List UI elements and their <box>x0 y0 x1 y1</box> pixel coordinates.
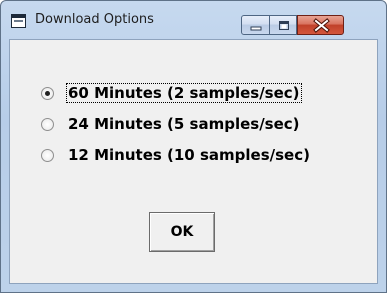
dialog-client-area: 60 Minutes (2 samples/sec) 24 Minutes (5… <box>9 39 378 284</box>
option-label[interactable]: 60 Minutes (2 samples/sec) <box>66 83 302 103</box>
option-12-minutes[interactable]: 12 Minutes (10 samples/sec) <box>10 144 350 166</box>
option-label[interactable]: 24 Minutes (5 samples/sec) <box>66 114 302 134</box>
option-label[interactable]: 12 Minutes (10 samples/sec) <box>66 145 312 165</box>
close-icon <box>313 18 330 33</box>
title-bar[interactable]: Download Options <box>1 1 386 39</box>
window-title: Download Options <box>35 12 154 27</box>
maximize-button[interactable] <box>269 15 297 35</box>
dialog-window: Download Options 60 Minutes (2 samples/s… <box>0 0 387 293</box>
ok-button[interactable]: OK <box>149 212 215 252</box>
radio-button[interactable] <box>41 87 54 100</box>
minimize-icon <box>250 26 262 31</box>
close-button[interactable] <box>297 15 344 35</box>
option-60-minutes[interactable]: 60 Minutes (2 samples/sec) <box>10 82 350 104</box>
minimize-button[interactable] <box>241 15 270 35</box>
dialog-icon <box>11 13 26 28</box>
option-24-minutes[interactable]: 24 Minutes (5 samples/sec) <box>10 113 350 135</box>
radio-button[interactable] <box>41 149 54 162</box>
maximize-icon <box>279 21 289 30</box>
radio-button[interactable] <box>41 118 54 131</box>
